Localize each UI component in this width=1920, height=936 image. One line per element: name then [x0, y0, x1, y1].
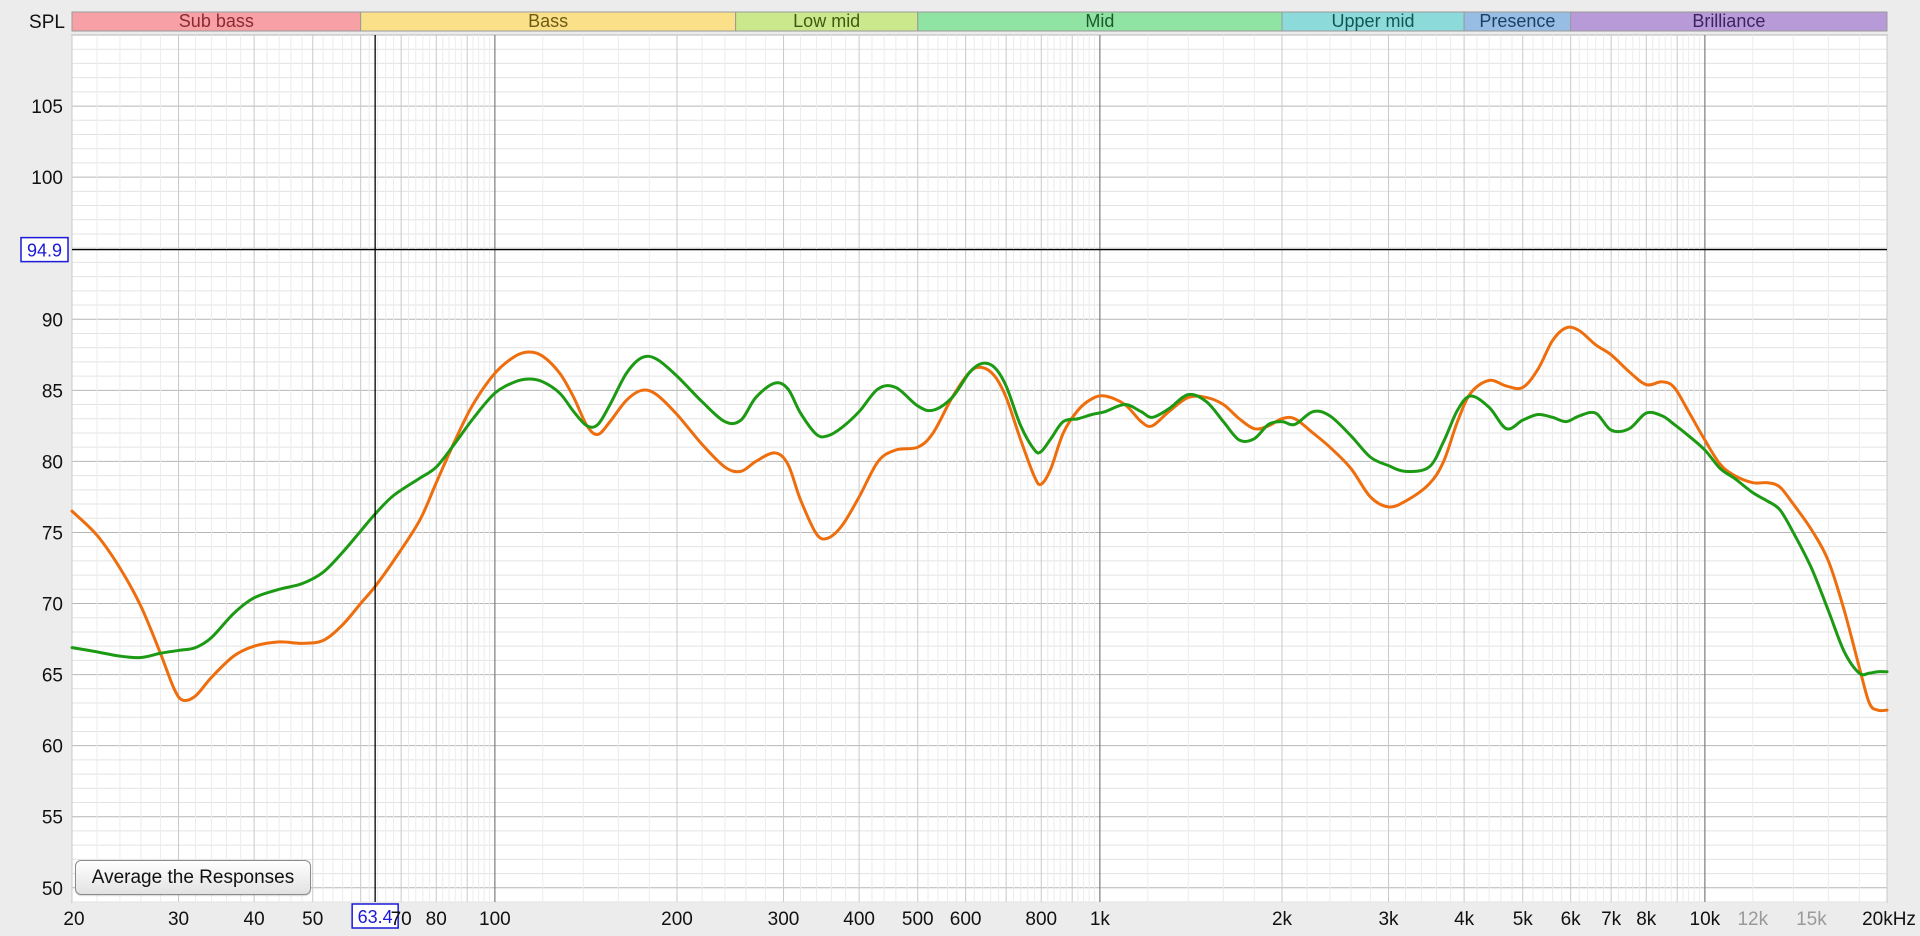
frequency-band-strip: Sub bass Bass Low mid Mid Upper mid Presence B… [71, 11, 1888, 32]
x-tick-label: 20kHz [1862, 909, 1916, 930]
x-tick-label: 800 [1025, 909, 1057, 930]
x-tick-label: 2k [1272, 909, 1293, 930]
x-tick-label: 1k [1090, 909, 1111, 930]
x-tick-label: 600 [950, 909, 982, 930]
y-tick-label: 50 [42, 879, 63, 900]
x-tick-label: 7k [1601, 909, 1622, 930]
x-tick-label: 10k [1690, 909, 1721, 930]
y-tick-label: 65 [42, 666, 63, 687]
band-label: Sub bass [179, 11, 254, 31]
y-tick-label: 90 [42, 310, 63, 331]
cursor-y-readout: 94.9 [27, 241, 62, 261]
x-tick-label: 5k [1513, 909, 1534, 930]
band-label: Mid [1085, 11, 1114, 31]
cursor-x-readout: 63.4 [358, 907, 393, 927]
x-tick-label: 15k [1796, 909, 1827, 930]
band-label: Presence [1479, 11, 1555, 31]
y-tick-label: 70 [42, 595, 63, 616]
average-responses-button[interactable]: Average the Responses [75, 860, 311, 895]
band-label: Bass [528, 11, 568, 31]
x-tick-label: 500 [902, 909, 934, 930]
band-label: Upper mid [1332, 11, 1415, 31]
band-label: Brilliance [1692, 11, 1765, 31]
x-tick-label: 30 [168, 909, 189, 930]
y-tick-label: 100 [31, 168, 63, 189]
y-tick-label: 85 [42, 381, 63, 402]
x-tick-label: 8k [1636, 909, 1657, 930]
x-tick-label: 6k [1561, 909, 1582, 930]
y-tick-label: 55 [42, 808, 63, 829]
x-tick-label: 100 [479, 909, 511, 930]
x-tick-label: 200 [661, 909, 693, 930]
x-tick-label: 300 [768, 909, 800, 930]
x-tick-label: 4k [1454, 909, 1475, 930]
x-tick-label: 80 [426, 909, 447, 930]
x-tick-labels: 20 30 40 50 70 80 100 200 300 400 500 600 800 1k 2k 3k 4… [63, 909, 1916, 930]
x-tick-label: 70 [391, 909, 412, 930]
spl-chart: Sub bass Bass Low mid Mid Upper mid Presence B… [20, 11, 1916, 930]
plot-area[interactable] [71, 34, 1888, 903]
x-tick-label: 3k [1378, 909, 1399, 930]
y-tick-label: 75 [42, 523, 63, 544]
y-axis-title: SPL [29, 12, 65, 33]
x-tick-label: 12k [1737, 909, 1768, 930]
y-tick-label: 60 [42, 737, 63, 758]
y-tick-labels: 50 55 60 65 70 75 80 85 90 100 105 [31, 97, 63, 900]
y-tick-label: 80 [42, 452, 63, 473]
x-tick-label: 20 [63, 909, 84, 930]
x-tick-label: 40 [244, 909, 265, 930]
x-tick-label: 400 [843, 909, 875, 930]
band-label: Low mid [793, 11, 860, 31]
y-tick-label: 105 [31, 97, 63, 118]
x-tick-label: 50 [302, 909, 323, 930]
